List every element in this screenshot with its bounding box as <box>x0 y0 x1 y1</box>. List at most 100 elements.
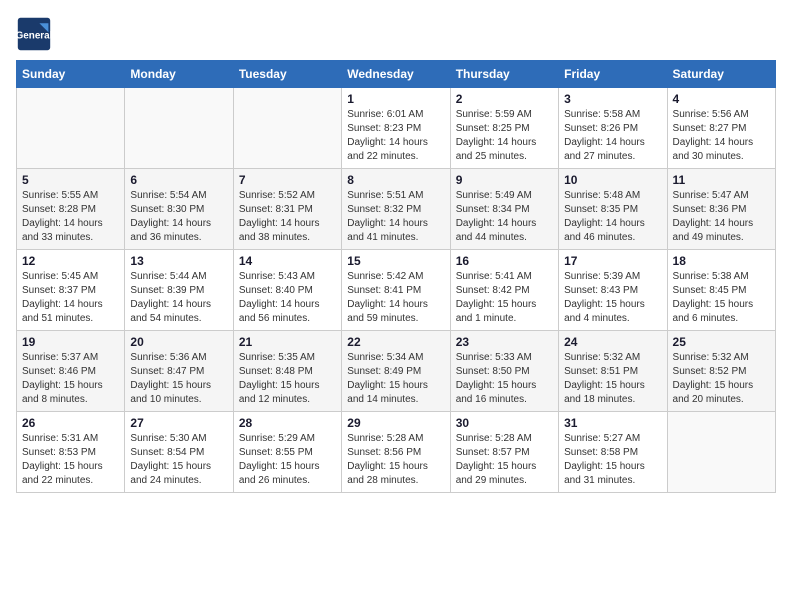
day-number: 2 <box>456 92 553 106</box>
day-number: 23 <box>456 335 553 349</box>
calendar-table: SundayMondayTuesdayWednesdayThursdayFrid… <box>16 60 776 493</box>
day-number: 19 <box>22 335 119 349</box>
day-number: 26 <box>22 416 119 430</box>
day-number: 21 <box>239 335 336 349</box>
calendar-cell: 21 Sunrise: 5:35 AM Sunset: 8:48 PM Dayli… <box>233 331 341 412</box>
calendar-cell <box>17 88 125 169</box>
logo: General <box>16 16 56 52</box>
calendar-cell: 13 Sunrise: 5:44 AM Sunset: 8:39 PM Dayli… <box>125 250 233 331</box>
day-number: 1 <box>347 92 444 106</box>
day-number: 14 <box>239 254 336 268</box>
calendar-cell: 1 Sunrise: 6:01 AM Sunset: 8:23 PM Daylig… <box>342 88 450 169</box>
calendar-cell: 16Sunrise: 5:41 AM Sunset: 8:42 PM Dayli… <box>450 250 558 331</box>
calendar-cell: 29 Sunrise: 5:28 AM Sunset: 8:56 PM Dayli… <box>342 412 450 493</box>
day-info: Sunrise: 5:36 AM Sunset: 8:47 PM Dayligh… <box>130 351 227 407</box>
weekday-header: Thursday <box>450 61 558 88</box>
calendar-cell <box>125 88 233 169</box>
day-number: 31 <box>564 416 661 430</box>
calendar-cell: 18Sunrise: 5:38 AM Sunset: 8:45 PM Dayli… <box>667 250 775 331</box>
day-info: Sunrise: 5:44 AM Sunset: 8:39 PM Dayligh… <box>130 270 227 326</box>
day-info: Sunrise: 5:30 AM Sunset: 8:54 PM Dayligh… <box>130 432 227 488</box>
day-number: 27 <box>130 416 227 430</box>
day-info: Sunrise: 5:35 AM Sunset: 8:48 PM Dayligh… <box>239 351 336 407</box>
day-number: 8 <box>347 173 444 187</box>
weekday-header: Tuesday <box>233 61 341 88</box>
day-info: Sunrise: 5:55 AM Sunset: 8:28 PM Dayligh… <box>22 189 119 245</box>
day-info: Sunrise: 5:32 AM Sunset: 8:51 PM Dayligh… <box>564 351 661 407</box>
day-info: Sunrise: 6:01 AM Sunset: 8:23 PM Dayligh… <box>347 108 444 164</box>
calendar-cell: 6Sunrise: 5:54 AM Sunset: 8:30 PM Daylig… <box>125 169 233 250</box>
day-number: 16 <box>456 254 553 268</box>
day-number: 18 <box>673 254 770 268</box>
day-info: Sunrise: 5:51 AM Sunset: 8:32 PM Dayligh… <box>347 189 444 245</box>
calendar-cell <box>233 88 341 169</box>
day-info: Sunrise: 5:27 AM Sunset: 8:58 PM Dayligh… <box>564 432 661 488</box>
day-info: Sunrise: 5:52 AM Sunset: 8:31 PM Dayligh… <box>239 189 336 245</box>
calendar-cell: 23Sunrise: 5:33 AM Sunset: 8:50 PM Dayli… <box>450 331 558 412</box>
day-number: 10 <box>564 173 661 187</box>
day-number: 22 <box>347 335 444 349</box>
calendar-cell: 9 Sunrise: 5:49 AM Sunset: 8:34 PM Daylig… <box>450 169 558 250</box>
calendar-cell: 5 Sunrise: 5:55 AM Sunset: 8:28 PM Daylig… <box>17 169 125 250</box>
weekday-header: Friday <box>559 61 667 88</box>
calendar-cell: 31 Sunrise: 5:27 AM Sunset: 8:58 PM Dayli… <box>559 412 667 493</box>
day-info: Sunrise: 5:59 AM Sunset: 8:25 PM Dayligh… <box>456 108 553 164</box>
calendar-cell: 26 Sunrise: 5:31 AM Sunset: 8:53 PM Dayli… <box>17 412 125 493</box>
calendar-cell: 4Sunrise: 5:56 AM Sunset: 8:27 PM Daylig… <box>667 88 775 169</box>
day-number: 29 <box>347 416 444 430</box>
day-number: 17 <box>564 254 661 268</box>
calendar-cell: 27 Sunrise: 5:30 AM Sunset: 8:54 PM Dayli… <box>125 412 233 493</box>
day-info: Sunrise: 5:37 AM Sunset: 8:46 PM Dayligh… <box>22 351 119 407</box>
calendar-header: SundayMondayTuesdayWednesdayThursdayFrid… <box>17 61 776 88</box>
day-number: 5 <box>22 173 119 187</box>
weekday-header: Sunday <box>17 61 125 88</box>
calendar-body: 1 Sunrise: 6:01 AM Sunset: 8:23 PM Daylig… <box>17 88 776 493</box>
day-number: 13 <box>130 254 227 268</box>
weekday-header: Saturday <box>667 61 775 88</box>
calendar-week-row: 26 Sunrise: 5:31 AM Sunset: 8:53 PM Dayli… <box>17 412 776 493</box>
day-number: 24 <box>564 335 661 349</box>
calendar-cell: 10 Sunrise: 5:48 AM Sunset: 8:35 PM Dayli… <box>559 169 667 250</box>
calendar-cell: 30 Sunrise: 5:28 AM Sunset: 8:57 PM Dayli… <box>450 412 558 493</box>
calendar-cell <box>667 412 775 493</box>
day-info: Sunrise: 5:47 AM Sunset: 8:36 PM Dayligh… <box>673 189 770 245</box>
calendar-cell: 14 Sunrise: 5:43 AM Sunset: 8:40 PM Dayli… <box>233 250 341 331</box>
calendar-cell: 2 Sunrise: 5:59 AM Sunset: 8:25 PM Daylig… <box>450 88 558 169</box>
day-number: 6 <box>130 173 227 187</box>
calendar-cell: 24 Sunrise: 5:32 AM Sunset: 8:51 PM Dayli… <box>559 331 667 412</box>
day-number: 7 <box>239 173 336 187</box>
day-number: 20 <box>130 335 227 349</box>
day-info: Sunrise: 5:48 AM Sunset: 8:35 PM Dayligh… <box>564 189 661 245</box>
day-info: Sunrise: 5:43 AM Sunset: 8:40 PM Dayligh… <box>239 270 336 326</box>
calendar-week-row: 5 Sunrise: 5:55 AM Sunset: 8:28 PM Daylig… <box>17 169 776 250</box>
day-info: Sunrise: 5:28 AM Sunset: 8:57 PM Dayligh… <box>456 432 553 488</box>
day-info: Sunrise: 5:56 AM Sunset: 8:27 PM Dayligh… <box>673 108 770 164</box>
day-number: 28 <box>239 416 336 430</box>
calendar-cell: 8 Sunrise: 5:51 AM Sunset: 8:32 PM Daylig… <box>342 169 450 250</box>
calendar-week-row: 19 Sunrise: 5:37 AM Sunset: 8:46 PM Dayli… <box>17 331 776 412</box>
calendar-week-row: 12 Sunrise: 5:45 AM Sunset: 8:37 PM Dayli… <box>17 250 776 331</box>
day-info: Sunrise: 5:31 AM Sunset: 8:53 PM Dayligh… <box>22 432 119 488</box>
svg-text:General: General <box>16 31 52 42</box>
calendar-cell: 17Sunrise: 5:39 AM Sunset: 8:43 PM Dayli… <box>559 250 667 331</box>
calendar-cell: 28Sunrise: 5:29 AM Sunset: 8:55 PM Dayli… <box>233 412 341 493</box>
day-number: 15 <box>347 254 444 268</box>
page-header: General <box>16 16 776 52</box>
weekday-header: Monday <box>125 61 233 88</box>
day-number: 12 <box>22 254 119 268</box>
calendar-cell: 22Sunrise: 5:34 AM Sunset: 8:49 PM Dayli… <box>342 331 450 412</box>
calendar-cell: 12 Sunrise: 5:45 AM Sunset: 8:37 PM Dayli… <box>17 250 125 331</box>
day-number: 3 <box>564 92 661 106</box>
calendar-cell: 20 Sunrise: 5:36 AM Sunset: 8:47 PM Dayli… <box>125 331 233 412</box>
day-info: Sunrise: 5:42 AM Sunset: 8:41 PM Dayligh… <box>347 270 444 326</box>
weekday-header: Wednesday <box>342 61 450 88</box>
day-number: 9 <box>456 173 553 187</box>
day-number: 30 <box>456 416 553 430</box>
day-info: Sunrise: 5:49 AM Sunset: 8:34 PM Dayligh… <box>456 189 553 245</box>
calendar-cell: 25Sunrise: 5:32 AM Sunset: 8:52 PM Dayli… <box>667 331 775 412</box>
calendar-cell: 7 Sunrise: 5:52 AM Sunset: 8:31 PM Daylig… <box>233 169 341 250</box>
day-info: Sunrise: 5:45 AM Sunset: 8:37 PM Dayligh… <box>22 270 119 326</box>
calendar-cell: 3 Sunrise: 5:58 AM Sunset: 8:26 PM Daylig… <box>559 88 667 169</box>
day-info: Sunrise: 5:28 AM Sunset: 8:56 PM Dayligh… <box>347 432 444 488</box>
day-info: Sunrise: 5:58 AM Sunset: 8:26 PM Dayligh… <box>564 108 661 164</box>
